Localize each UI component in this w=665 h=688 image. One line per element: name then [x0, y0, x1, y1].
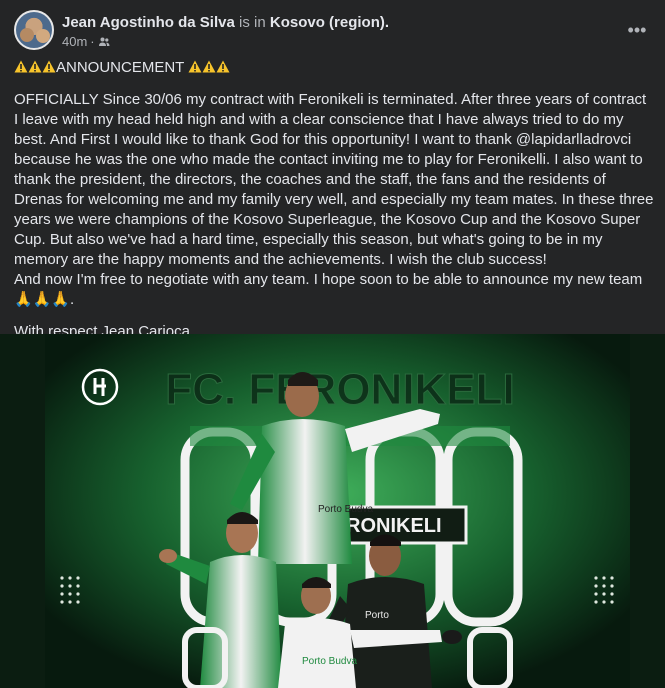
warning-icon: [216, 60, 230, 73]
club-header-text: FC. FERONIKELI: [165, 365, 515, 414]
more-options-button[interactable]: •••: [623, 16, 651, 44]
warning-icon: [28, 60, 42, 73]
announcement-graphic: FC. FERONIKELI FERONIKELI Porto Budva Po…: [0, 334, 665, 688]
sponsor-text: Porto Budva: [318, 504, 373, 515]
post-header: Jean Agostinho da Silva is in Kosovo (re…: [14, 10, 651, 50]
avatar[interactable]: [14, 10, 54, 50]
main-paragraph: OFFICIALLY Since 30/06 my contract with …: [14, 91, 654, 268]
facebook-post: Jean Agostinho da Silva is in Kosovo (re…: [0, 0, 665, 688]
is-in-text: is in: [239, 14, 266, 31]
headline-line: ANNOUNCEMENT: [14, 58, 654, 78]
free-agent-text: And now I'm free to negotiate with any t…: [14, 271, 643, 288]
author-line: Jean Agostinho da Silva is in Kosovo (re…: [62, 13, 389, 32]
hands-tail: .: [70, 291, 75, 308]
post-meta: 40m ·: [62, 34, 110, 50]
post-text: ANNOUNCEMENT OFFICIALLY Since 30/06 my c…: [14, 58, 654, 342]
warning-icon: [14, 60, 28, 73]
warning-icon: [202, 60, 216, 73]
warning-icon: [188, 60, 202, 73]
friends-icon[interactable]: [98, 36, 110, 48]
location-link[interactable]: Kosovo (region).: [270, 14, 389, 31]
praying-hands-icon: 🙏🙏🙏: [14, 291, 71, 308]
post-timestamp[interactable]: 40m: [62, 34, 87, 50]
announcement-headline: ANNOUNCEMENT: [56, 59, 185, 76]
sponsor-text-2: Porto: [365, 610, 389, 621]
meta-separator: ·: [90, 34, 95, 49]
sponsor-text-3: Porto Budva: [302, 656, 357, 667]
author-name[interactable]: Jean Agostinho da Silva: [62, 14, 235, 31]
warning-icon: [42, 60, 56, 73]
post-image[interactable]: FC. FERONIKELI FERONIKELI Porto Budva Po…: [0, 334, 665, 688]
free-agent-line: And now I'm free to negotiate with any t…: [14, 270, 654, 310]
more-horizontal-icon: •••: [627, 19, 647, 40]
